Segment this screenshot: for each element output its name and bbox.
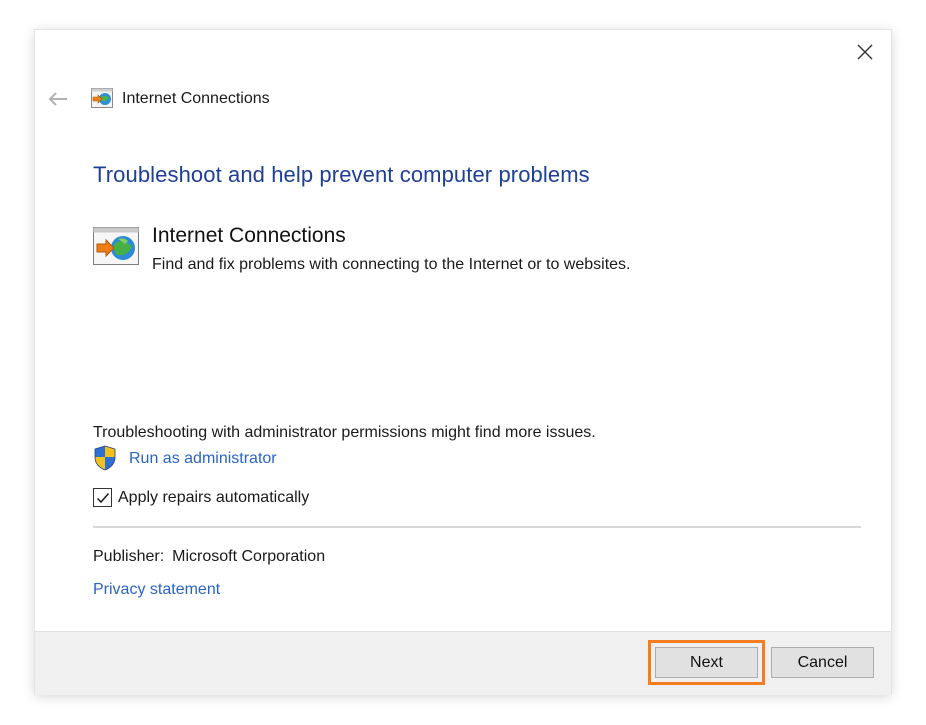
page: Internet Connections Troubleshoot and he… (0, 0, 926, 725)
internet-connections-icon (93, 227, 139, 265)
close-icon (857, 44, 873, 60)
checkbox[interactable] (93, 488, 112, 507)
dialog-footer: Next Cancel (35, 631, 891, 695)
publisher-info: Publisher: Microsoft Corporation (93, 548, 325, 566)
publisher-value: Microsoft Corporation (172, 548, 326, 565)
cancel-button[interactable]: Cancel (771, 647, 874, 678)
publisher-label: Publisher: (93, 548, 165, 565)
admin-note: Troubleshooting with administrator permi… (93, 424, 596, 441)
apply-repairs-label: Apply repairs automatically (118, 488, 310, 506)
next-button[interactable]: Next (655, 647, 758, 678)
divider (93, 526, 861, 528)
internet-connections-small-icon (91, 88, 113, 108)
page-heading: Troubleshoot and help prevent computer p… (93, 162, 590, 187)
troubleshooter-name: Internet Connections (152, 224, 346, 247)
apply-repairs-checkbox[interactable]: Apply repairs automatically (93, 488, 309, 507)
checkmark-icon (96, 492, 109, 503)
run-as-administrator-label: Run as administrator (129, 449, 277, 467)
close-button[interactable] (851, 38, 879, 66)
back-arrow-icon (48, 92, 67, 106)
troubleshooter-window: Internet Connections Troubleshoot and he… (35, 30, 891, 695)
privacy-statement-link[interactable]: Privacy statement (93, 581, 220, 599)
window-title: Internet Connections (122, 90, 270, 107)
run-as-administrator-link[interactable]: Run as administrator (93, 445, 277, 471)
troubleshooter-description: Find and fix problems with connecting to… (152, 256, 631, 273)
back-button[interactable] (45, 88, 71, 110)
uac-shield-icon (94, 445, 116, 471)
